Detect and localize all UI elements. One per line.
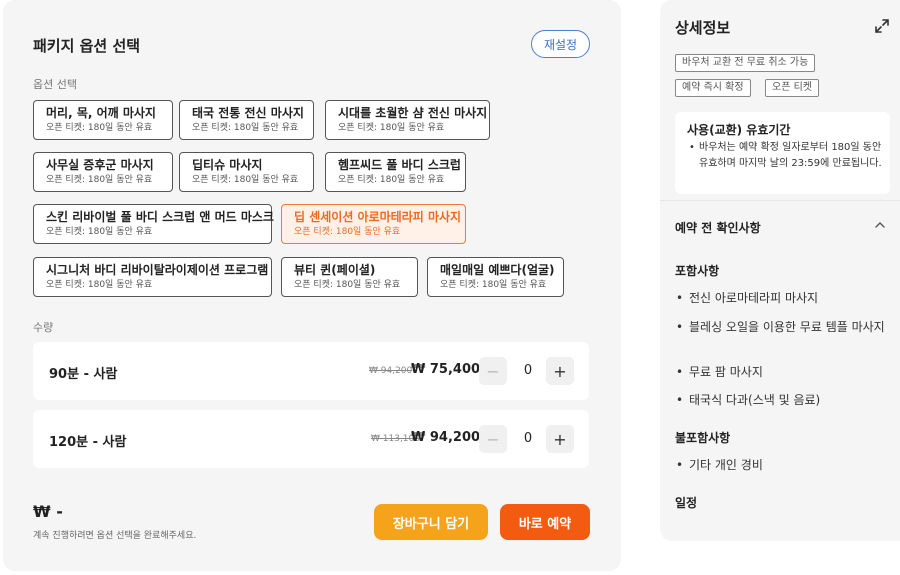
decrement-button[interactable]: − [479,425,507,453]
reset-button[interactable]: 재설정 [531,30,590,58]
feature-tag: 바우처 교환 전 무료 취소 가능 [675,54,816,72]
included-item: 태국식 다과(스낵 및 음료) [675,391,890,409]
option-chip[interactable]: 딥티슈 마사지 오픈 티켓: 180일 동안 유효 [179,152,314,192]
expand-icon[interactable] [874,18,890,34]
panel-title: 패키지 옵션 선택 [33,37,141,55]
option-name: 딥티슈 마사지 [192,158,263,172]
package-options-panel: 패키지 옵션 선택 재설정 옵션 선택 머리, 목, 어깨 마사지 오픈 티켓:… [3,0,621,571]
quantity-row-label: 120분 - 사람 [49,435,127,450]
option-validity: 오픈 티켓: 180일 동안 유효 [294,227,401,237]
option-validity: 오픈 티켓: 180일 동안 유효 [338,175,445,185]
option-name: 머리, 목, 어깨 마사지 [46,106,156,120]
option-chip[interactable]: 스킨 리바이벌 풀 바디 스크럽 앤 머드 마스크 오픈 티켓: 180일 동안… [33,204,274,244]
excluded-title: 불포함사항 [675,431,731,445]
option-chip[interactable]: 헴프씨드 풀 바디 스크럽 오픈 티켓: 180일 동안 유효 [325,152,466,192]
details-title: 상세정보 [675,19,731,37]
included-item: 무료 팜 마사지 [675,363,890,381]
sale-price: ₩ 94,200 [411,430,481,445]
excluded-item: 기타 개인 경비 [675,456,890,474]
schedule-title: 일정 [675,496,698,510]
option-name: 사무실 증후군 마사지 [46,158,154,172]
option-validity: 오픈 티켓: 180일 동안 유효 [46,280,153,290]
quantity-count: 0 [523,431,533,446]
sale-price: ₩ 75,400 [411,362,481,377]
option-validity: 오픈 티켓: 180일 동안 유효 [192,123,299,133]
option-validity: 오픈 티켓: 180일 동안 유효 [294,280,401,290]
book-now-button[interactable]: 바로 예약 [500,504,590,540]
feature-tag: 오픈 티켓 [765,79,819,97]
option-name: 딥 센세이션 아로마테라피 마사지 [294,210,462,224]
option-validity: 오픈 티켓: 180일 동안 유효 [46,175,153,185]
option-chip[interactable]: 사무실 증후군 마사지 오픈 티켓: 180일 동안 유효 [33,152,173,192]
included-title: 포함사항 [675,264,720,278]
option-chip[interactable]: 머리, 목, 어깨 마사지 오픈 티켓: 180일 동안 유효 [33,100,173,140]
option-name: 스킨 리바이벌 풀 바디 스크럽 앤 머드 마스크 [46,210,274,224]
feature-tag: 예약 즉시 확정 [675,79,751,97]
validity-title: 사용(교환) 유효기간 [687,123,791,137]
quantity-row-label: 90분 - 사람 [49,367,118,382]
option-name: 매일매일 예쁘다(얼굴) [440,263,555,277]
total-price: ₩ - [33,502,63,521]
option-chip[interactable]: 시그니처 바디 리바이탈라이제이션 프로그램 오픈 티켓: 180일 동안 유효 [33,257,272,297]
validity-body: 바우처는 예약 확정 일자로부터 180일 동안 유효하며 마지막 날의 23:… [687,140,883,172]
option-validity: 오픈 티켓: 180일 동안 유효 [192,175,299,185]
chevron-up-icon[interactable] [874,219,886,231]
quantity-row: 120분 - 사람 ₩ 113,100 ₩ 94,200 − 0 + [33,410,589,468]
option-validity: 오픈 티켓: 180일 동안 유효 [440,280,547,290]
option-name: 시그니처 바디 리바이탈라이제이션 프로그램 [46,263,269,277]
option-chip[interactable]: 뷰티 퀸(페이셜) 오픈 티켓: 180일 동안 유효 [281,257,418,297]
option-chip[interactable]: 시대를 초월한 샴 전신 마사지 오픈 티켓: 180일 동안 유효 [325,100,490,140]
original-price: ₩ 94,200 [369,366,413,376]
increment-button[interactable]: + [546,425,574,453]
option-chip[interactable]: 매일매일 예쁘다(얼굴) 오픈 티켓: 180일 동안 유효 [427,257,564,297]
option-name: 헴프씨드 풀 바디 스크럽 [338,158,461,172]
option-chip-selected[interactable]: 딥 센세이션 아로마테라피 마사지 오픈 티켓: 180일 동안 유효 [281,204,466,244]
included-item: 블레싱 오일을 이용한 무료 템플 마사지 [675,318,890,336]
decrement-button[interactable]: − [479,357,507,385]
details-panel: 상세정보 바우처 교환 전 무료 취소 가능 예약 즉시 확정 오픈 티켓 사용… [660,0,900,541]
option-chip[interactable]: 태국 전통 전신 마사지 오픈 티켓: 180일 동안 유효 [179,100,314,140]
quantity-count: 0 [523,363,533,378]
quantity-row: 90분 - 사람 ₩ 94,200 ₩ 75,400 − 0 + [33,342,589,400]
quantity-label: 수량 [33,321,54,334]
option-name: 태국 전통 전신 마사지 [192,106,304,120]
option-validity: 오픈 티켓: 180일 동안 유효 [338,123,445,133]
notice-section-title[interactable]: 예약 전 확인사항 [675,219,761,236]
option-validity: 오픈 티켓: 180일 동안 유효 [46,123,153,133]
add-to-cart-button[interactable]: 장바구니 담기 [374,504,488,540]
increment-button[interactable]: + [546,357,574,385]
validity-card: 사용(교환) 유효기간 바우처는 예약 확정 일자로부터 180일 동안 유효하… [675,112,890,194]
divider [660,200,900,201]
option-name: 뷰티 퀸(페이셜) [294,263,376,277]
option-validity: 오픈 티켓: 180일 동안 유효 [46,227,153,237]
option-name: 시대를 초월한 샴 전신 마사지 [338,106,488,120]
included-item: 전신 아로마테라피 마사지 [675,289,890,307]
selection-hint: 계속 진행하려면 옵션 선택을 완료해주세요. [33,531,197,541]
options-label: 옵션 선택 [33,78,77,91]
